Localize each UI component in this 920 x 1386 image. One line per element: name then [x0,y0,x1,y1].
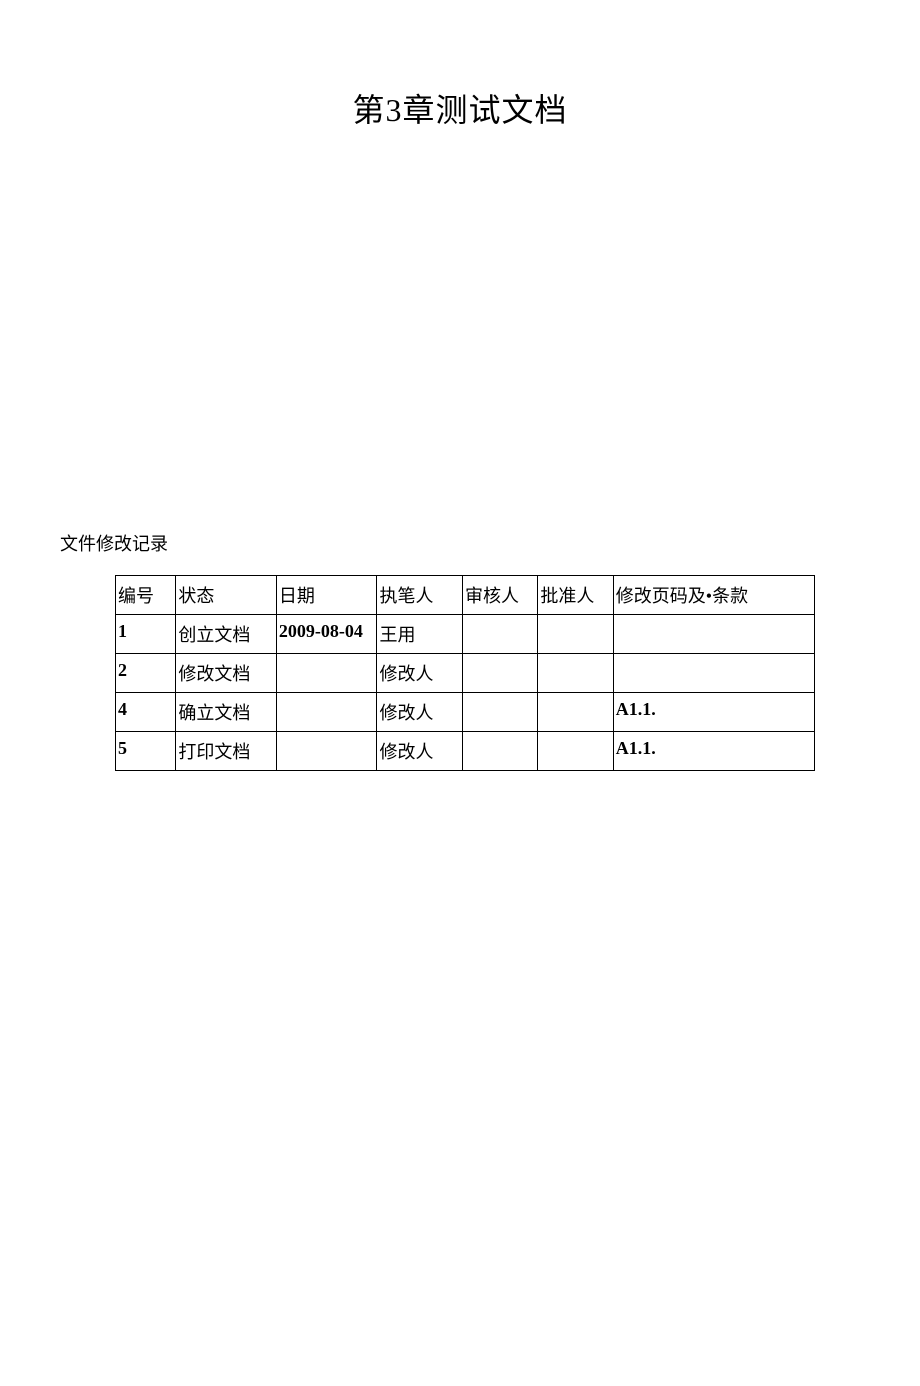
cell-id: 2 [116,654,176,693]
cell-approver [538,732,613,771]
cell-date: 2009-08-04 [276,615,377,654]
cell-status: 创立文档 [176,615,277,654]
cell-id: 1 [116,615,176,654]
header-approver: 批准人 [538,576,613,615]
cell-approver [538,615,613,654]
table-row: 2 修改文档 修改人 [116,654,815,693]
cell-notes: A1.1. [613,732,814,771]
cell-date [276,732,377,771]
section-label: 文件修改记录 [60,530,168,556]
cell-reviewer [462,615,537,654]
header-notes: 修改页码及•条款 [613,576,814,615]
header-id: 编号 [116,576,176,615]
cell-author: 修改人 [377,654,462,693]
header-author: 执笔人 [377,576,462,615]
cell-id: 5 [116,732,176,771]
cell-author: 王用 [377,615,462,654]
cell-date [276,654,377,693]
cell-date [276,693,377,732]
cell-approver [538,654,613,693]
cell-author: 修改人 [377,732,462,771]
page-title: 第3章测试文档 [0,85,920,131]
cell-notes [613,654,814,693]
cell-status: 确立文档 [176,693,277,732]
header-reviewer: 审核人 [462,576,537,615]
cell-id: 4 [116,693,176,732]
header-date: 日期 [276,576,377,615]
revision-table-container: 编号 状态 日期 执笔人 审核人 批准人 修改页码及•条款 1 创立文档 200… [115,575,815,771]
cell-notes [613,615,814,654]
cell-reviewer [462,732,537,771]
cell-notes: A1.1. [613,693,814,732]
cell-reviewer [462,693,537,732]
revision-table: 编号 状态 日期 执笔人 审核人 批准人 修改页码及•条款 1 创立文档 200… [115,575,815,771]
table-row: 1 创立文档 2009-08-04 王用 [116,615,815,654]
header-status: 状态 [176,576,277,615]
table-row: 4 确立文档 修改人 A1.1. [116,693,815,732]
cell-status: 修改文档 [176,654,277,693]
cell-approver [538,693,613,732]
cell-reviewer [462,654,537,693]
table-header-row: 编号 状态 日期 执笔人 审核人 批准人 修改页码及•条款 [116,576,815,615]
table-row: 5 打印文档 修改人 A1.1. [116,732,815,771]
cell-status: 打印文档 [176,732,277,771]
cell-author: 修改人 [377,693,462,732]
